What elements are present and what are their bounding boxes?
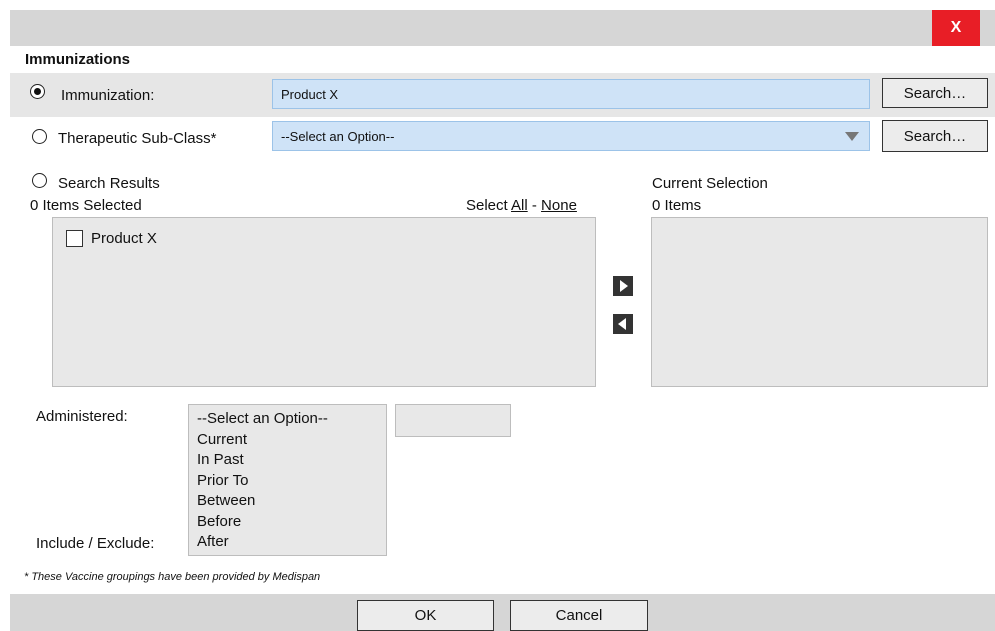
date-input[interactable] [395,404,511,437]
select-all-link[interactable]: All [511,197,528,214]
dialog-title-bar [10,10,995,46]
select-none-link[interactable]: None [541,197,577,214]
arrow-right-icon [620,280,628,292]
immunization-label: Immunization: [61,87,155,104]
search-results-radio[interactable] [32,173,47,188]
select-prefix: Select [466,197,512,214]
option-item[interactable]: --Select an Option-- [197,409,378,430]
close-button[interactable]: X [932,10,980,46]
cancel-button[interactable]: Cancel [510,600,648,631]
include-exclude-label: Include / Exclude: [36,535,155,552]
search-results-label: Search Results [58,175,160,192]
therapeutic-radio[interactable] [32,129,47,144]
dialog-footer [10,594,995,631]
add-to-selection-button[interactable] [613,276,633,296]
immunization-search-button[interactable]: Search… [882,78,988,108]
list-item-label: Product X [91,230,157,247]
current-selection-list[interactable] [651,217,988,387]
search-results-list[interactable]: Product X [52,217,596,387]
footnote: * These Vaccine groupings have been prov… [24,571,321,583]
therapeutic-search-button[interactable]: Search… [882,120,988,152]
immunization-radio[interactable] [30,84,45,99]
select-all-none: Select All - None [466,197,577,214]
therapeutic-select[interactable]: --Select an Option-- [272,121,870,151]
items-selected-count: 0 Items Selected [30,197,142,214]
remove-from-selection-button[interactable] [613,314,633,334]
therapeutic-label: Therapeutic Sub-Class* [58,130,217,147]
administered-label: Administered: [36,408,128,425]
chevron-down-icon [845,131,859,141]
option-item[interactable]: Between [197,491,378,512]
therapeutic-select-value: --Select an Option-- [281,128,395,144]
administered-select[interactable]: --Select an Option-- Current In Past Pri… [188,404,387,556]
arrow-left-icon [618,318,626,330]
close-icon: X [950,19,962,36]
list-item[interactable]: Product X [66,230,157,247]
option-item[interactable]: Prior To [197,471,378,492]
option-item[interactable]: In Past [197,450,378,471]
immunization-input[interactable]: Product X [272,79,870,109]
current-selection-label: Current Selection [652,175,768,192]
product-checkbox[interactable] [66,230,83,247]
option-item[interactable]: After [197,532,378,553]
select-separator: - [527,197,542,214]
section-title: Immunizations [25,51,131,68]
option-item[interactable]: Before [197,512,378,533]
option-item[interactable]: Current [197,430,378,451]
current-selection-count: 0 Items [652,197,702,214]
radio-selected-dot [34,88,41,95]
ok-button[interactable]: OK [357,600,494,631]
